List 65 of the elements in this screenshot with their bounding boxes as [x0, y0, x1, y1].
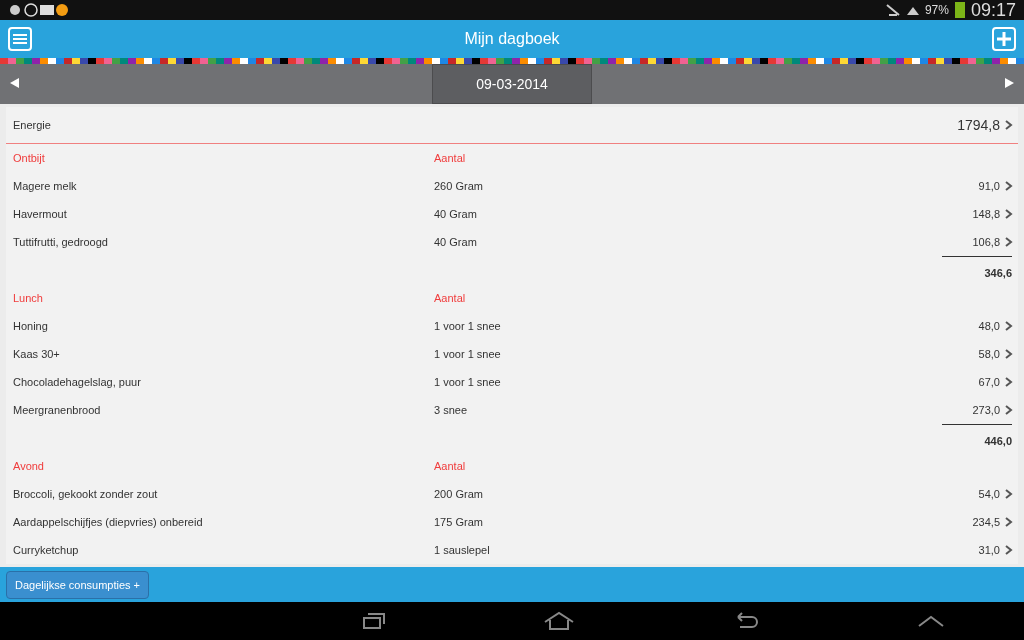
food-amount: 3 snee: [434, 404, 469, 416]
food-energy: 148,8: [971, 208, 1000, 220]
food-energy: 273,0: [971, 404, 1000, 416]
menu-button[interactable]: [8, 27, 32, 51]
page-title: Mijn dagboek: [464, 30, 560, 48]
food-energy: 91,0: [977, 180, 1000, 192]
date-display[interactable]: 09-03-2014: [432, 64, 592, 104]
add-button[interactable]: [992, 27, 1016, 51]
food-amount: 200 Gram: [434, 488, 484, 500]
chevron-icon[interactable]: [1005, 209, 1013, 219]
food-amount: 175 Gram: [434, 516, 484, 528]
meal-total: 446,0: [942, 424, 1012, 452]
food-energy: 48,0: [977, 320, 1000, 332]
energy-total: 1794,8: [956, 117, 1000, 133]
chevron-icon[interactable]: [1005, 517, 1013, 527]
food-name: Chocoladehagelslag, puur: [13, 376, 142, 388]
daily-consumption-button[interactable]: Dagelijkse consumpties +: [6, 570, 150, 599]
chevron-icon[interactable]: [1005, 349, 1013, 359]
previous-button[interactable]: [10, 78, 19, 90]
food-name: Broccoli, gekookt zonder zout: [13, 488, 159, 500]
column-heading: Aantal: [434, 292, 467, 304]
food-name: Magere melk: [13, 180, 78, 192]
chevron-icon[interactable]: [1005, 321, 1013, 331]
chevron-icon[interactable]: [1005, 237, 1013, 247]
chevron-icon[interactable]: [1005, 489, 1013, 499]
battery-icon: [954, 2, 965, 18]
chevron-icon[interactable]: [1005, 120, 1013, 130]
battery-level: 97%: [924, 3, 949, 17]
notification-icon: [8, 3, 68, 17]
chevron-icon[interactable]: [1005, 545, 1013, 555]
meal-heading: Ontbijt: [13, 152, 46, 164]
food-amount: 1 voor 1 snee: [434, 348, 502, 360]
food-name: Kaas 30+: [13, 348, 61, 360]
next-button[interactable]: [1005, 78, 1014, 90]
food-name: Curryketchup: [13, 544, 80, 556]
plus-icon: [997, 32, 1011, 46]
chevron-icon[interactable]: [1005, 377, 1013, 387]
food-energy: 31,0: [977, 544, 1000, 556]
column-heading: Aantal: [434, 460, 467, 472]
clock: 09:17: [970, 0, 1016, 21]
food-name: Honing: [13, 320, 49, 332]
food-amount: 1 voor 1 snee: [434, 376, 502, 388]
menu-icon: [13, 33, 27, 45]
food-energy: 54,0: [977, 488, 1000, 500]
chevron-icon[interactable]: [1005, 405, 1013, 415]
food-energy: 58,0: [977, 348, 1000, 360]
food-amount: 40 Gram: [434, 236, 478, 248]
column-heading: Aantal: [434, 152, 467, 164]
meal-heading: Lunch: [13, 292, 44, 304]
food-amount: 260 Gram: [434, 180, 484, 192]
food-name: Havermout: [13, 208, 68, 220]
meal-heading: Avond: [13, 460, 45, 472]
meal-total: 346,6: [942, 256, 1012, 284]
food-amount: 40 Gram: [434, 208, 478, 220]
food-name: Meergranenbrood: [13, 404, 102, 416]
food-amount: 1 voor 1 snee: [434, 320, 502, 332]
food-name: Tuttifrutti, gedroogd: [13, 236, 109, 248]
chevron-icon[interactable]: [1005, 181, 1013, 191]
energy-label: Energie: [13, 119, 52, 131]
food-energy: 67,0: [977, 376, 1000, 388]
food-amount: 1 sauslepel: [434, 544, 491, 556]
food-energy: 106,8: [971, 236, 1000, 248]
food-name: Aardappelschijfjes (diepvries) onbereid: [13, 516, 204, 528]
home-icon[interactable]: [542, 610, 576, 632]
food-energy: 234,5: [971, 516, 1000, 528]
